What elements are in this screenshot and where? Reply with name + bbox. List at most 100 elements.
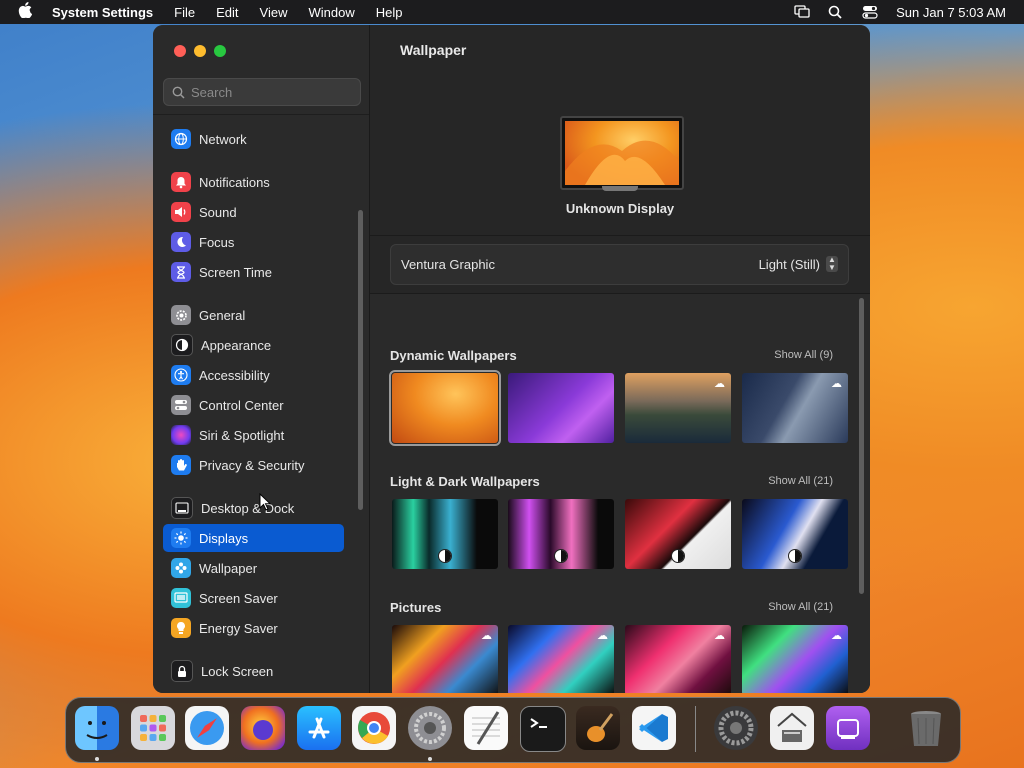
appearance-mode-select[interactable]: Light (Still) xyxy=(759,257,820,272)
close-button[interactable] xyxy=(174,45,186,57)
light-dark-icon xyxy=(554,549,568,563)
siri-icon xyxy=(171,425,191,445)
cloud-download-icon: ☁ xyxy=(597,630,608,642)
sidebar: Search Network Notifications Sound Focus… xyxy=(153,25,370,693)
page-title: Wallpaper xyxy=(400,42,467,58)
control-center-icon[interactable] xyxy=(862,5,878,19)
zoom-button[interactable] xyxy=(214,45,226,57)
launchpad-icon[interactable] xyxy=(131,706,175,750)
speaker-icon xyxy=(171,202,191,222)
wallpaper-thumb-catalina-island[interactable]: ☁ xyxy=(742,373,848,443)
show-all-light-dark-button[interactable]: Show All (21) xyxy=(768,475,833,487)
menu-view[interactable]: View xyxy=(260,5,288,20)
sidebar-item-sound[interactable]: Sound xyxy=(163,198,344,226)
display-name: Unknown Display xyxy=(565,201,675,216)
safari-icon[interactable] xyxy=(185,706,229,750)
sidebar-item-screen-saver[interactable]: Screen Saver xyxy=(163,584,344,612)
light-dark-icon xyxy=(671,549,685,563)
cloud-download-icon: ☁ xyxy=(831,378,842,390)
show-all-pictures-button[interactable]: Show All (21) xyxy=(768,601,833,613)
menu-file[interactable]: File xyxy=(174,5,195,20)
wallpaper-thumb-picture-3[interactable]: ☁ xyxy=(625,625,731,693)
archive-utility-icon[interactable] xyxy=(770,706,814,750)
wallpaper-thumb-lightdark-4[interactable] xyxy=(742,499,848,569)
current-wallpaper-name: Ventura Graphic xyxy=(401,257,495,272)
app-menu[interactable]: System Settings xyxy=(52,5,153,20)
sidebar-item-label: Privacy & Security xyxy=(199,457,305,473)
sidebar-scrollbar[interactable] xyxy=(358,210,363,510)
garageband-icon[interactable] xyxy=(576,706,620,750)
bulb-icon xyxy=(171,618,191,638)
search-field[interactable]: Search xyxy=(163,78,361,106)
wallpaper-thumb-lightdark-3[interactable] xyxy=(625,499,731,569)
menu-help[interactable]: Help xyxy=(376,5,403,20)
sidebar-item-network[interactable]: Network xyxy=(163,125,344,153)
finder-icon[interactable] xyxy=(75,706,119,750)
globe-icon xyxy=(171,129,191,149)
chevron-updown-icon[interactable]: ▲ ▼ xyxy=(826,256,838,272)
sidebar-item-desktop-dock[interactable]: Desktop & Dock xyxy=(163,494,344,522)
sidebar-item-label: Siri & Spotlight xyxy=(199,427,285,443)
wallpaper-thumb-picture-4[interactable]: ☁ xyxy=(742,625,848,693)
show-all-dynamic-button[interactable]: Show All (9) xyxy=(774,349,833,361)
trash-icon[interactable] xyxy=(904,706,948,750)
sidebar-item-label: Focus xyxy=(199,234,235,250)
cloud-download-icon: ☁ xyxy=(831,630,842,642)
sidebar-item-screen-time[interactable]: Screen Time xyxy=(163,258,344,286)
wallpaper-gallery: Dynamic Wallpapers Show All (9) ☁ ☁ Ligh… xyxy=(370,294,870,693)
sidebar-item-label: Sound xyxy=(199,204,237,220)
bell-icon xyxy=(171,172,191,192)
wallpaper-thumb-lightdark-2[interactable] xyxy=(508,499,614,569)
sidebar-item-siri-spotlight[interactable]: Siri & Spotlight xyxy=(163,421,344,449)
sidebar-item-wallpaper[interactable]: Wallpaper xyxy=(163,554,344,582)
sidebar-item-privacy-security[interactable]: Privacy & Security xyxy=(163,451,344,479)
menu-edit[interactable]: Edit xyxy=(216,5,238,20)
sidebar-item-label: Accessibility xyxy=(199,367,270,383)
sidebar-item-label: Notifications xyxy=(199,174,270,190)
sidebar-item-notifications[interactable]: Notifications xyxy=(163,168,344,196)
main-scrollbar[interactable] xyxy=(859,298,864,594)
sidebar-item-focus[interactable]: Focus xyxy=(163,228,344,256)
sidebar-item-accessibility[interactable]: Accessibility xyxy=(163,361,344,389)
wallpaper-thumb-catalina-coast[interactable]: ☁ xyxy=(625,373,731,443)
sidebar-item-lock-screen[interactable]: Lock Screen xyxy=(163,657,344,685)
section-title-pictures: Pictures xyxy=(390,600,442,615)
gear-icon xyxy=(171,305,191,325)
menu-window[interactable]: Window xyxy=(308,5,354,20)
system-preferences-icon[interactable] xyxy=(714,706,758,750)
terminal-icon[interactable] xyxy=(520,706,566,752)
sidebar-item-label: General xyxy=(199,307,246,323)
appearance-icon xyxy=(171,334,193,356)
system-settings-icon[interactable] xyxy=(408,706,452,750)
light-dark-icon xyxy=(788,549,802,563)
chrome-icon[interactable] xyxy=(352,706,396,750)
sidebar-item-label: Desktop & Dock xyxy=(201,500,295,516)
sidebar-item-appearance[interactable]: Appearance xyxy=(163,331,344,359)
firefox-icon[interactable] xyxy=(241,706,285,750)
accessibility-icon xyxy=(171,365,191,385)
wallpaper-thumb-lightdark-1[interactable] xyxy=(392,499,498,569)
wallpaper-thumb-ventura[interactable] xyxy=(389,370,501,446)
wallpaper-thumb-picture-2[interactable]: ☁ xyxy=(508,625,614,693)
apple-menu-icon[interactable] xyxy=(18,2,38,22)
window-controls xyxy=(174,45,226,57)
wallpaper-thumb-picture-1[interactable]: ☁ xyxy=(392,625,498,693)
vscode-icon[interactable] xyxy=(632,706,676,750)
app-store-icon[interactable] xyxy=(297,706,341,750)
moon-icon xyxy=(171,232,191,252)
screen-mirroring-icon[interactable] xyxy=(794,5,810,19)
minimize-button[interactable] xyxy=(194,45,206,57)
clock[interactable]: Sun Jan 7 5:03 AM xyxy=(896,5,1006,20)
search-placeholder: Search xyxy=(191,84,233,100)
textedit-icon[interactable] xyxy=(464,706,508,750)
sidebar-item-control-center[interactable]: Control Center xyxy=(163,391,344,419)
menu-bar: System Settings File Edit View Window He… xyxy=(0,0,1024,24)
sidebar-item-displays[interactable]: Displays xyxy=(163,524,344,552)
sidebar-item-energy-saver[interactable]: Energy Saver xyxy=(163,614,344,642)
display-preview xyxy=(560,116,684,190)
podcasts-icon[interactable] xyxy=(826,706,870,750)
wallpaper-thumb-monterey[interactable] xyxy=(508,373,614,443)
sidebar-item-general[interactable]: General xyxy=(163,301,344,329)
sidebar-divider xyxy=(153,114,369,115)
spotlight-search-icon[interactable] xyxy=(828,5,844,19)
